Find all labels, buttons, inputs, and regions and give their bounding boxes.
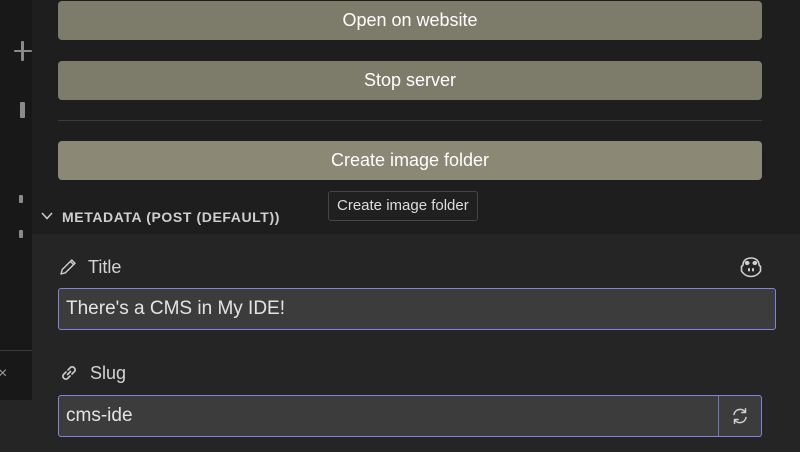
open-on-website-button[interactable]: Open on website	[58, 1, 762, 40]
sash-marker	[20, 102, 25, 118]
title-field-label: Title	[58, 255, 121, 279]
slug-label: Slug	[90, 362, 127, 383]
slug-field-label: Slug	[58, 361, 126, 385]
sash-marker	[19, 195, 23, 203]
create-image-folder-button[interactable]: Create image folder	[58, 141, 762, 180]
title-label: Title	[88, 256, 122, 277]
regenerate-slug-button[interactable]	[718, 395, 762, 437]
stop-server-button[interactable]: Stop server	[58, 61, 762, 100]
cms-panel: Open on website Stop server Create image…	[32, 0, 800, 452]
activity-lower-region	[0, 400, 32, 452]
divider	[0, 350, 32, 351]
sash-marker	[19, 230, 23, 238]
metadata-section-body: Title There's a CMS in My IDE! Slug cms-…	[32, 234, 800, 452]
activity-bar	[0, 0, 32, 452]
section-title: METADATA (POST (DEFAULT))	[62, 209, 280, 225]
refresh-icon	[733, 408, 747, 424]
drag-handle-icon[interactable]	[21, 41, 24, 61]
tooltip: Create image folder	[328, 191, 478, 221]
close-icon[interactable]: ×	[0, 364, 10, 384]
divider	[58, 120, 762, 121]
chevron-down-icon	[41, 212, 53, 220]
slug-input[interactable]: cms-ide	[58, 395, 726, 437]
title-input[interactable]: There's a CMS in My IDE!	[58, 288, 776, 330]
pencil-icon	[60, 259, 76, 275]
link-icon	[62, 366, 76, 380]
copilot-icon[interactable]	[738, 256, 764, 278]
